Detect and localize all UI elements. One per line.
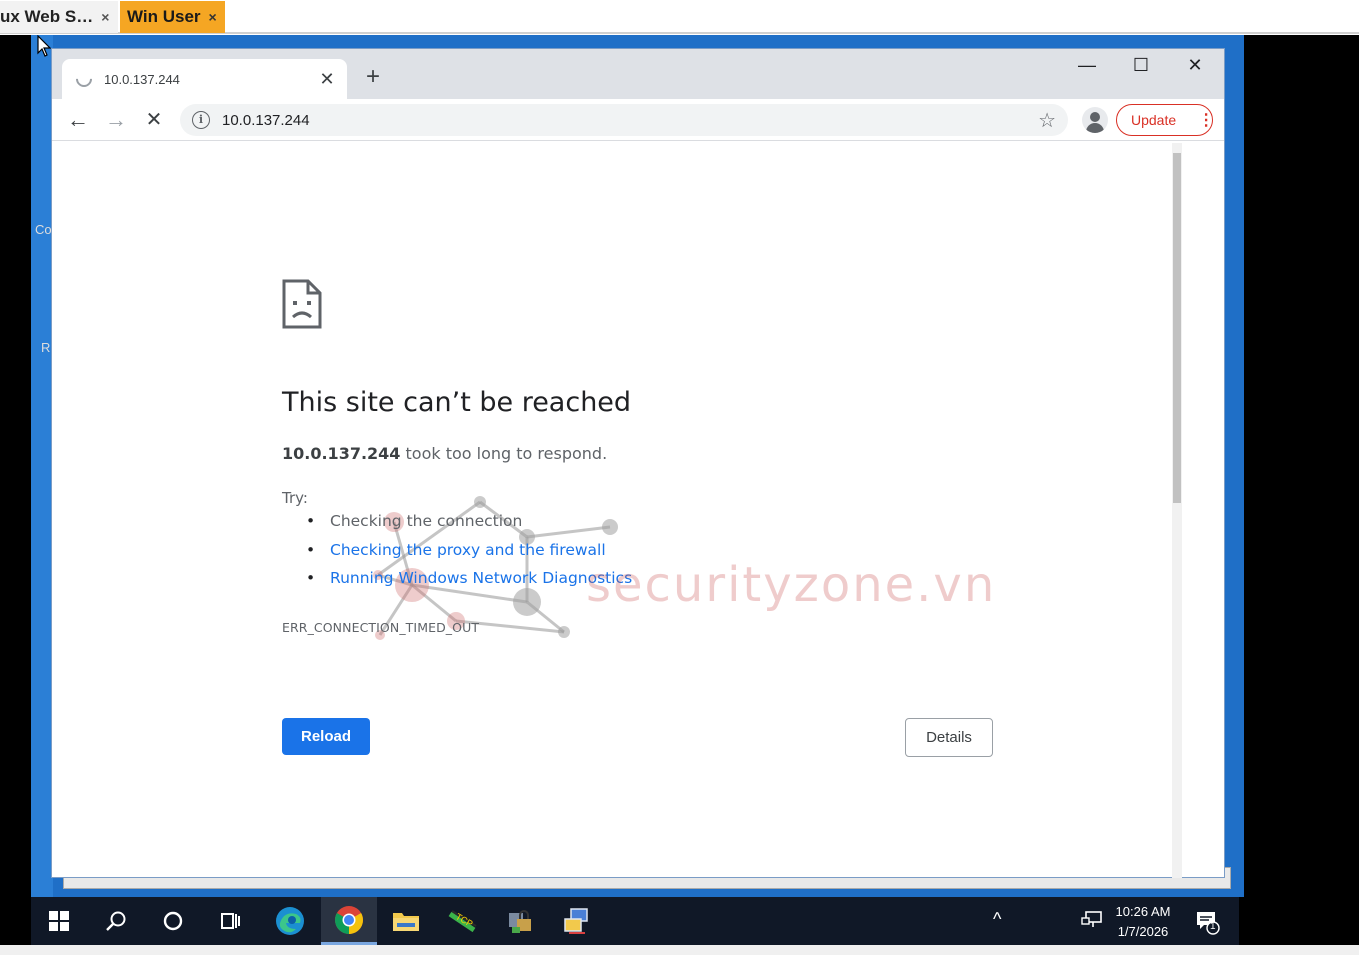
system-clock[interactable]: 10:26 AM 1/7/2026 xyxy=(1107,902,1179,942)
error-subline: 10.0.137.244 took too long to respond. xyxy=(282,444,607,463)
reload-button[interactable]: Reload xyxy=(282,718,370,755)
search-icon[interactable] xyxy=(88,897,144,945)
host-tab-bar: ux Web S… × Win User × xyxy=(0,0,1359,34)
host-bottom-bar xyxy=(0,945,1359,955)
suggestion-item: Checking the connection xyxy=(282,512,632,541)
maximize-button[interactable]: ☐ xyxy=(1126,55,1156,76)
tab-strip: 10.0.137.244 ✕ + — ☐ ✕ xyxy=(52,49,1224,99)
browser-tab[interactable]: 10.0.137.244 ✕ xyxy=(62,59,347,99)
info-icon[interactable]: i xyxy=(192,111,210,129)
bookmark-star-icon[interactable]: ☆ xyxy=(1038,108,1056,133)
remote-desktop-view: Co R 10.0.137.244 ✕ + — ☐ ✕ ← → ✕ i 10.0… xyxy=(0,35,1359,955)
stop-button[interactable]: ✕ xyxy=(140,106,168,134)
tab-title: 10.0.137.244 xyxy=(104,71,180,87)
error-code: ERR_CONNECTION_TIMED_OUT xyxy=(282,620,480,635)
close-icon[interactable]: × xyxy=(101,9,109,25)
suggestion-link-proxy[interactable]: Checking the proxy and the firewall xyxy=(282,541,632,570)
desktop-icon-label[interactable]: Co xyxy=(35,222,52,237)
edge-icon[interactable] xyxy=(262,897,318,945)
close-icon[interactable]: × xyxy=(209,9,217,25)
try-label: Try: xyxy=(282,489,308,507)
error-host: 10.0.137.244 xyxy=(282,444,401,463)
update-label: Update xyxy=(1131,112,1177,128)
notification-icon[interactable]: 1 xyxy=(1195,909,1221,940)
chrome-icon[interactable] xyxy=(321,897,377,945)
clock-time: 10:26 AM xyxy=(1115,904,1171,919)
start-icon[interactable] xyxy=(31,897,87,945)
clock-date: 1/7/2026 xyxy=(1117,924,1169,939)
host-tab-label: ux Web S… xyxy=(0,7,94,26)
url-text[interactable]: 10.0.137.244 xyxy=(222,112,1038,129)
new-tab-button[interactable]: + xyxy=(360,63,386,91)
suggestion-list: Checking the connection Checking the pro… xyxy=(282,512,632,598)
profile-avatar-icon[interactable] xyxy=(1082,107,1108,133)
mouse-cursor-icon xyxy=(37,35,51,57)
host-tab-linux-web[interactable]: ux Web S… × xyxy=(0,1,118,33)
file-explorer-icon[interactable] xyxy=(378,897,434,945)
suggestion-link-diagnostics[interactable]: Running Windows Network Diagnostics xyxy=(282,569,632,598)
error-page: This site can’t be reached 10.0.137.244 … xyxy=(52,142,1224,877)
remote-tool-icon[interactable] xyxy=(549,897,605,945)
network-tool-icon[interactable]: TCP xyxy=(435,897,491,945)
minimize-button[interactable]: — xyxy=(1072,55,1102,76)
menu-dots-icon[interactable]: ⋮ xyxy=(1198,110,1214,130)
loading-spinner-icon xyxy=(72,67,96,91)
lock-tool-icon[interactable] xyxy=(492,897,548,945)
update-button[interactable]: Update ⋮ xyxy=(1116,104,1214,136)
close-window-button[interactable]: ✕ xyxy=(1180,55,1210,76)
back-button[interactable]: ← xyxy=(64,106,92,134)
details-button[interactable]: Details xyxy=(905,718,993,757)
desktop-icon-label[interactable]: R xyxy=(41,340,50,355)
address-bar[interactable]: i 10.0.137.244 ☆ xyxy=(180,104,1068,136)
forward-button[interactable]: → xyxy=(102,106,130,134)
tray-chevron-icon[interactable]: ^ xyxy=(993,909,1001,930)
cortana-icon[interactable] xyxy=(145,897,201,945)
page-scrollbar[interactable] xyxy=(1172,143,1182,878)
host-tab-label: Win User xyxy=(127,7,201,26)
chrome-window: 10.0.137.244 ✕ + — ☐ ✕ ← → ✕ i 10.0.137.… xyxy=(52,49,1224,877)
browser-toolbar: ← → ✕ i 10.0.137.244 ☆ Update ⋮ xyxy=(52,99,1224,141)
host-tab-win-user[interactable]: Win User × xyxy=(120,1,225,33)
taskbar: TCP ^ 10:26 AM 1/7/2026 1 xyxy=(31,897,1239,945)
notification-count: 1 xyxy=(1210,921,1216,932)
sad-page-icon xyxy=(282,279,322,329)
watermark-text: securityzone.vn xyxy=(586,557,997,613)
tab-close-icon[interactable]: ✕ xyxy=(315,69,339,90)
desktop-icon-column xyxy=(31,35,53,897)
error-subline-rest: took too long to respond. xyxy=(400,444,608,463)
network-status-icon[interactable] xyxy=(1081,910,1103,935)
error-headline: This site can’t be reached xyxy=(282,387,632,418)
task-view-icon[interactable] xyxy=(202,897,258,945)
